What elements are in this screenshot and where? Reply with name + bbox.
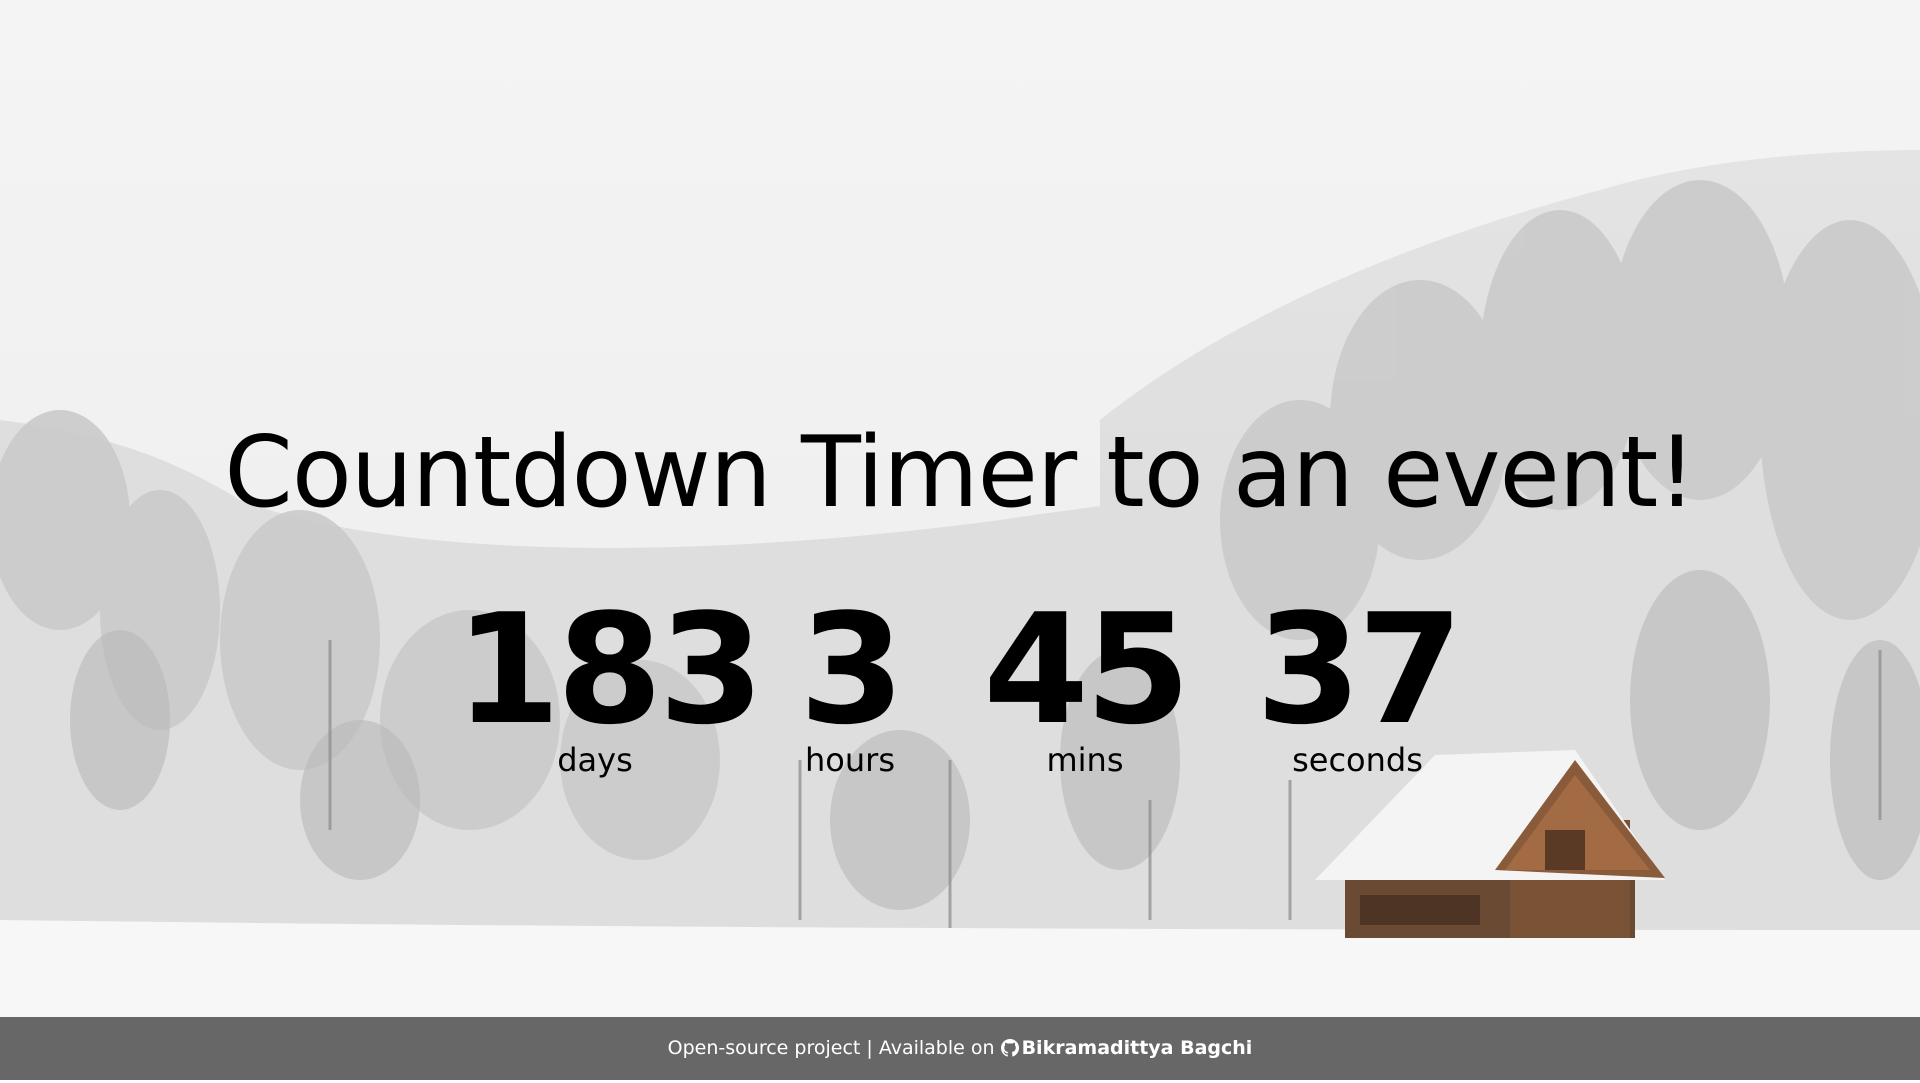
seconds-value: 37 [1255, 581, 1464, 758]
countdown-mins: 45 mins [970, 581, 1200, 780]
background-illustration [0, 0, 1920, 1080]
mins-value: 45 [983, 581, 1191, 758]
footer-text: Open-source project | Available on [667, 1037, 995, 1059]
countdown-seconds: 37 seconds [1245, 581, 1470, 780]
countdown-hours: 3 hours [770, 581, 930, 780]
github-link[interactable]: Bikramadittya Bagchi [1000, 1037, 1253, 1059]
countdown-days: 183 days [455, 581, 764, 780]
github-icon [1000, 1020, 1019, 1057]
page-title: Countdown Timer to an event! [224, 416, 1696, 530]
footer-bar: Open-source project | Available on Bikra… [0, 1017, 1920, 1080]
snowy-forest-background [0, 0, 1920, 1080]
days-value: 183 [455, 581, 764, 758]
github-link-label: Bikramadittya Bagchi [1021, 1037, 1253, 1059]
hours-label: hours [805, 741, 895, 779]
hours-value: 3 [799, 581, 905, 758]
